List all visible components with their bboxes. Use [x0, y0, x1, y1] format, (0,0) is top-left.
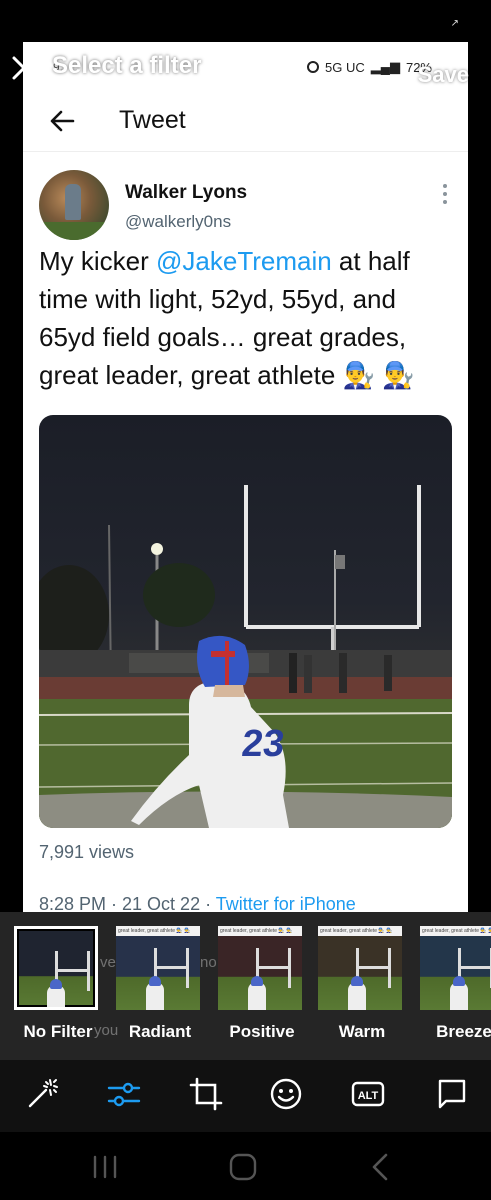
back-arrow-icon	[50, 110, 75, 131]
filter-label: Positive	[229, 1022, 295, 1041]
status-bar: ↗	[0, 0, 491, 44]
filter-label: Breeze	[436, 1022, 491, 1041]
page-title: Tweet	[119, 106, 186, 134]
tweet-client: Twitter for iPhone	[215, 894, 356, 912]
save-button[interactable]: Save	[418, 62, 469, 88]
filter-label: Radiant	[128, 1022, 192, 1041]
filter-positive[interactable]: great leader, great athlete 👨‍🔧 👨‍🔧 Posit…	[218, 926, 306, 1042]
flag-icon[interactable]	[434, 1076, 470, 1112]
filter-thumbnail-caption: great leader, great athlete 👨‍🔧 👨‍🔧	[116, 926, 200, 936]
filter-thumbnail[interactable]: great leader, great athlete 👨‍🔧 👨‍🔧	[318, 926, 402, 1010]
editor-title: Select a filter	[52, 52, 202, 79]
tweet-text-prefix: My kicker	[39, 246, 156, 276]
network-label: 5G UC	[325, 59, 365, 75]
alarm-icon	[307, 61, 320, 73]
football-field-scene	[39, 485, 452, 828]
filter-thumbnail[interactable]: great leader, great athlete 👨‍🔧 👨‍🔧	[420, 926, 491, 1010]
author-handle: @walkerly0ns	[125, 212, 232, 231]
adjust-sliders-icon[interactable]	[106, 1076, 142, 1112]
filter-thumbnail[interactable]: great leader, great athlete 👨‍🔧 👨‍🔧	[218, 926, 302, 1010]
recent-apps-icon[interactable]	[90, 1152, 120, 1182]
filter-label: Warm	[338, 1022, 386, 1041]
filter-thumbnail[interactable]: great leader, great athlete 👨‍🔧 👨‍🔧	[116, 926, 200, 1010]
magic-wand-icon[interactable]	[24, 1076, 60, 1112]
author-name: Walker Lyons	[125, 182, 248, 203]
tweet-meta: 8:28 PM · 21 Oct 22 · Twitter for iPhone	[39, 894, 356, 912]
tweet-header: Tweet	[23, 90, 468, 152]
filter-thumbnail-caption: great leader, great athlete 👨‍🔧 👨‍🔧	[420, 926, 491, 936]
sticker-icon[interactable]	[268, 1076, 304, 1112]
tweet-text: My kicker @JakeTremain at half time with…	[39, 242, 459, 394]
filter-strip[interactable]: ve no you No Filter great leader, great a…	[0, 912, 491, 1060]
tweet-timestamp: 8:28 PM · 21 Oct 22 ·	[39, 894, 216, 912]
filter-thumbnail-caption: great leader, great athlete 👨‍🔧 👨‍🔧	[218, 926, 302, 936]
alt-text-label: ALT	[358, 1090, 379, 1102]
system-navigation-bar	[0, 1132, 491, 1200]
crop-icon[interactable]	[188, 1076, 224, 1112]
home-icon[interactable]	[228, 1152, 258, 1182]
filter-warm[interactable]: great leader, great athlete 👨‍🔧 👨‍🔧 Warm	[318, 926, 406, 1042]
image-preview: 9: 5G UC ▂▄▆ 72% Tweet Walker Lyons @wal…	[23, 42, 468, 912]
mention-link: @JakeTremain	[156, 246, 332, 276]
status-indicator: ↗	[450, 18, 459, 29]
filter-no-filter[interactable]: No Filter	[14, 926, 102, 1042]
jersey-number: 23	[239, 723, 287, 765]
close-icon[interactable]	[10, 54, 38, 82]
filter-radiant[interactable]: great leader, great athlete 👨‍🔧 👨‍🔧 Radia…	[116, 926, 204, 1042]
filter-label: No Filter	[23, 1022, 93, 1041]
tweet-author: Walker Lyons @walkerly0ns	[39, 170, 454, 244]
signal-icon: ▂▄▆	[370, 59, 400, 74]
back-icon[interactable]	[366, 1152, 396, 1182]
avatar	[39, 170, 109, 240]
filter-breeze[interactable]: great leader, great athlete 👨‍🔧 👨‍🔧 Breez…	[420, 926, 491, 1042]
more-options-icon	[442, 184, 448, 206]
tweet-video-thumbnail: 23	[39, 415, 452, 828]
filter-thumbnail[interactable]	[14, 926, 98, 1010]
filter-thumbnail-caption: great leader, great athlete 👨‍🔧 👨‍🔧	[318, 926, 402, 936]
view-count: 7,991 views	[39, 842, 135, 862]
alt-text-icon[interactable]: ALT	[350, 1076, 386, 1112]
edit-toolbar: ALT	[0, 1060, 491, 1132]
